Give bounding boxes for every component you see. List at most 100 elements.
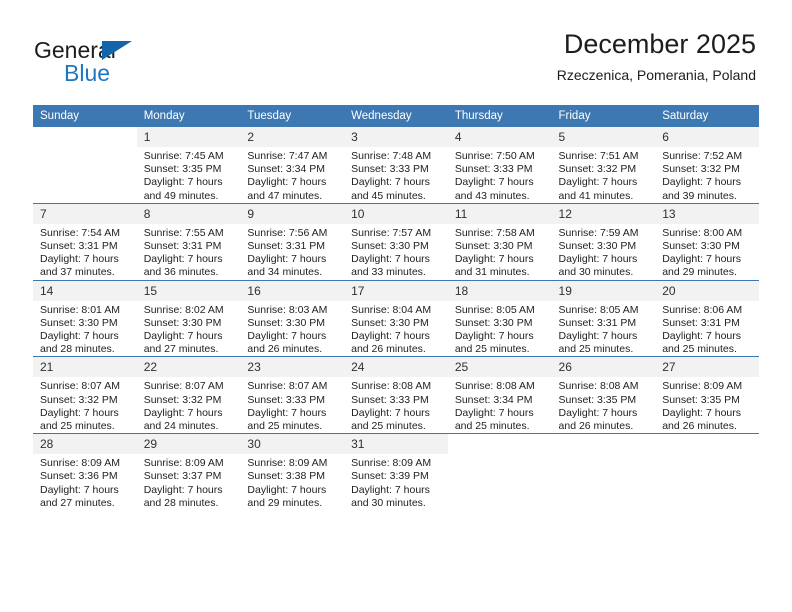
day-number: 19: [551, 280, 656, 301]
day-cell[interactable]: 13 Sunrise: 8:00 AM Sunset: 3:30 PM Dayligh…: [655, 202, 759, 281]
daylight-text-line2: and 37 minutes.: [40, 266, 115, 279]
sunrise-text: Sunrise: 8:06 AM: [662, 303, 743, 316]
sunset-text: Sunset: 3:31 PM: [662, 316, 740, 329]
calendar-week-row: 1 Sunrise: 7:45 AM Sunset: 3:35 PM Daylight…: [33, 127, 759, 204]
daylight-text-line2: and 30 minutes.: [351, 496, 426, 509]
sunrise-text: Sunrise: 8:09 AM: [247, 457, 328, 470]
daylight-text-line2: and 26 minutes.: [351, 343, 426, 356]
day-cell[interactable]: 10 Sunrise: 7:57 AM Sunset: 3:30 PM Dayligh…: [344, 202, 448, 281]
sunrise-text: Sunrise: 7:48 AM: [351, 150, 432, 162]
daylight-text-line1: Daylight: 7 hours: [143, 176, 223, 189]
day-cell[interactable]: 30 Sunrise: 8:09 AM Sunset: 3:38 PM Dayligh…: [240, 433, 345, 511]
weekday-header-saturday: Saturday: [655, 105, 759, 127]
sunset-text: Sunset: 3:30 PM: [558, 240, 637, 253]
daylight-text-line1: Daylight: 7 hours: [558, 406, 638, 419]
sunset-text: Sunset: 3:34 PM: [247, 163, 326, 176]
day-cell[interactable]: 22 Sunrise: 8:07 AM Sunset: 3:32 PM Dayligh…: [136, 356, 241, 434]
sunrise-text: Sunrise: 7:52 AM: [662, 150, 743, 162]
day-info: Sunrise: 7:48 AM Sunset: 3:33 PM Daylight:…: [344, 147, 448, 203]
day-number: 12: [551, 203, 656, 224]
day-number: 20: [655, 280, 759, 301]
weekday-header-monday: Monday: [136, 105, 241, 127]
day-cell[interactable]: 4 Sunrise: 7:50 AM Sunset: 3:33 PM Daylight…: [447, 127, 552, 204]
day-info: Sunrise: 8:08 AM Sunset: 3:34 PM Daylight:…: [448, 377, 552, 433]
day-cell[interactable]: 15 Sunrise: 8:02 AM Sunset: 3:30 PM Dayligh…: [136, 279, 241, 357]
day-info: Sunrise: 8:08 AM Sunset: 3:35 PM Daylight:…: [552, 377, 656, 433]
day-info: Sunrise: 7:55 AM Sunset: 3:31 PM Daylight:…: [137, 224, 241, 280]
sunset-text: Sunset: 3:30 PM: [40, 316, 118, 329]
daylight-text-line1: Daylight: 7 hours: [247, 406, 327, 419]
sunrise-text: Sunrise: 8:09 AM: [351, 457, 432, 470]
day-number: 22: [136, 357, 241, 378]
day-cell[interactable]: 27 Sunrise: 8:09 AM Sunset: 3:35 PM Dayligh…: [655, 356, 759, 434]
day-cell[interactable]: 8 Sunrise: 7:55 AM Sunset: 3:31 PM Daylight…: [136, 202, 241, 281]
sunrise-text: Sunrise: 8:08 AM: [351, 380, 432, 393]
daylight-text-line2: and 39 minutes.: [662, 189, 737, 202]
sunrise-text: Sunrise: 7:54 AM: [40, 226, 120, 239]
day-cell[interactable]: 28 Sunrise: 8:09 AM Sunset: 3:36 PM Dayligh…: [33, 433, 137, 511]
calendar-week-row: 7 Sunrise: 7:54 AM Sunset: 3:31 PM Daylight…: [33, 202, 759, 281]
day-cell[interactable]: 16 Sunrise: 8:03 AM Sunset: 3:30 PM Dayligh…: [240, 279, 345, 357]
sunset-text: Sunset: 3:32 PM: [558, 163, 637, 176]
daylight-text-line1: Daylight: 7 hours: [40, 253, 119, 266]
calendar-week-row: 14 Sunrise: 8:01 AM Sunset: 3:30 PM Dayligh…: [33, 279, 759, 357]
daylight-text-line2: and 28 minutes.: [40, 343, 115, 356]
day-cell[interactable]: 20 Sunrise: 8:06 AM Sunset: 3:31 PM Dayligh…: [655, 279, 759, 357]
general-blue-logo[interactable]: General Blue: [34, 36, 194, 88]
day-cell[interactable]: 18 Sunrise: 8:05 AM Sunset: 3:30 PM Dayligh…: [447, 279, 552, 357]
daylight-text-line2: and 47 minutes.: [247, 189, 323, 202]
sunset-text: Sunset: 3:30 PM: [247, 316, 326, 329]
day-number: 27: [655, 357, 759, 378]
day-cell[interactable]: 7 Sunrise: 7:54 AM Sunset: 3:31 PM Daylight…: [33, 202, 137, 281]
day-cell[interactable]: 3 Sunrise: 7:48 AM Sunset: 3:33 PM Daylight…: [344, 127, 448, 204]
day-info: Sunrise: 7:50 AM Sunset: 3:33 PM Daylight:…: [448, 147, 552, 203]
daylight-text-line2: and 36 minutes.: [143, 266, 219, 279]
day-number: 26: [551, 357, 656, 378]
sunset-text: Sunset: 3:31 PM: [558, 316, 637, 329]
weekday-header-wednesday: Wednesday: [344, 105, 448, 127]
day-cell[interactable]: 21 Sunrise: 8:07 AM Sunset: 3:32 PM Dayligh…: [33, 356, 137, 434]
sunset-text: Sunset: 3:35 PM: [662, 393, 740, 406]
daylight-text-line2: and 31 minutes.: [454, 266, 530, 279]
day-cell[interactable]: 2 Sunrise: 7:47 AM Sunset: 3:34 PM Daylight…: [240, 127, 345, 204]
daylight-text-line1: Daylight: 7 hours: [247, 483, 327, 496]
daylight-text-line2: and 25 minutes.: [40, 420, 115, 433]
daylight-text-line1: Daylight: 7 hours: [40, 483, 119, 496]
daylight-text-line2: and 25 minutes.: [454, 343, 530, 356]
day-cell[interactable]: 12 Sunrise: 7:59 AM Sunset: 3:30 PM Dayligh…: [551, 202, 656, 281]
daylight-text-line1: Daylight: 7 hours: [351, 483, 430, 496]
daylight-text-line2: and 27 minutes.: [40, 496, 115, 509]
daylight-text-line2: and 29 minutes.: [662, 266, 737, 279]
day-number: [447, 434, 552, 455]
day-info: Sunrise: 8:08 AM Sunset: 3:33 PM Daylight:…: [344, 377, 448, 433]
daylight-text-line1: Daylight: 7 hours: [558, 330, 638, 343]
logo-text-blue: Blue: [64, 60, 111, 86]
sunset-text: Sunset: 3:33 PM: [351, 393, 429, 406]
calendar-body: 1 Sunrise: 7:45 AM Sunset: 3:35 PM Daylight…: [33, 127, 759, 511]
day-cell[interactable]: 11 Sunrise: 7:58 AM Sunset: 3:30 PM Dayligh…: [447, 202, 552, 281]
day-cell[interactable]: 24 Sunrise: 8:08 AM Sunset: 3:33 PM Dayligh…: [344, 356, 448, 434]
day-cell[interactable]: 9 Sunrise: 7:56 AM Sunset: 3:31 PM Daylight…: [240, 202, 345, 281]
daylight-text-line1: Daylight: 7 hours: [143, 330, 223, 343]
daylight-text-line2: and 34 minutes.: [247, 266, 323, 279]
sunset-text: Sunset: 3:33 PM: [247, 393, 326, 406]
day-info: Sunrise: 7:47 AM Sunset: 3:34 PM Daylight:…: [240, 147, 344, 203]
daylight-text-line2: and 29 minutes.: [247, 496, 323, 509]
day-info: Sunrise: 8:09 AM Sunset: 3:35 PM Daylight:…: [655, 377, 759, 433]
day-cell[interactable]: 14 Sunrise: 8:01 AM Sunset: 3:30 PM Dayligh…: [33, 279, 137, 357]
day-cell[interactable]: 1 Sunrise: 7:45 AM Sunset: 3:35 PM Daylight…: [136, 127, 241, 204]
day-cell[interactable]: 19 Sunrise: 8:05 AM Sunset: 3:31 PM Dayligh…: [551, 279, 656, 357]
sunrise-text: Sunrise: 8:04 AM: [351, 303, 432, 316]
day-cell[interactable]: 6 Sunrise: 7:52 AM Sunset: 3:32 PM Daylight…: [655, 127, 759, 204]
day-cell[interactable]: 26 Sunrise: 8:08 AM Sunset: 3:35 PM Dayligh…: [551, 356, 656, 434]
day-cell[interactable]: 23 Sunrise: 8:07 AM Sunset: 3:33 PM Dayligh…: [240, 356, 345, 434]
day-cell[interactable]: 17 Sunrise: 8:04 AM Sunset: 3:30 PM Dayligh…: [344, 279, 448, 357]
day-cell[interactable]: 29 Sunrise: 8:09 AM Sunset: 3:37 PM Dayligh…: [136, 433, 241, 511]
daylight-text-line1: Daylight: 7 hours: [558, 176, 638, 189]
day-cell[interactable]: 25 Sunrise: 8:08 AM Sunset: 3:34 PM Dayligh…: [447, 356, 552, 434]
sunrise-text: Sunrise: 8:00 AM: [662, 226, 743, 239]
sunrise-text: Sunrise: 7:57 AM: [351, 226, 432, 239]
sunset-text: Sunset: 3:31 PM: [247, 240, 326, 253]
day-cell[interactable]: 5 Sunrise: 7:51 AM Sunset: 3:32 PM Daylight…: [551, 127, 656, 204]
day-cell[interactable]: 31 Sunrise: 8:09 AM Sunset: 3:39 PM Dayligh…: [344, 433, 448, 511]
